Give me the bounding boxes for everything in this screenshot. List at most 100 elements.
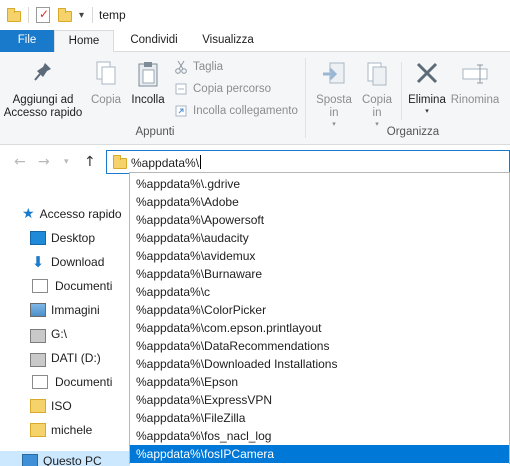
folder-icon[interactable] <box>6 7 22 23</box>
folder-icon <box>30 423 46 437</box>
autocomplete-item[interactable]: %appdata%\ExpressVPN <box>130 391 509 409</box>
autocomplete-item[interactable]: %appdata%\Burnaware <box>130 265 509 283</box>
ribbon: Aggiungi ad Accesso rapido Copia Incolla… <box>0 52 510 145</box>
nav-item-label: Immagini <box>51 303 100 317</box>
folder-icon <box>113 155 127 169</box>
nav-item-label: Documenti <box>55 279 113 293</box>
nav-item-drive-d[interactable]: DATI (D:) <box>30 347 101 369</box>
drive-icon <box>30 329 46 343</box>
delete-button[interactable]: Elimina ▾ <box>404 60 450 115</box>
properties-icon[interactable] <box>35 7 51 23</box>
move-to-dropdown-icon: ▾ <box>332 120 336 128</box>
forward-button[interactable]: → <box>38 154 50 170</box>
nav-item-label: Questo PC <box>43 454 102 466</box>
nav-item-label: Documenti <box>55 375 113 389</box>
autocomplete-item[interactable]: %appdata%\Adobe <box>130 193 509 211</box>
copy-to-label-line1: Copia <box>361 94 393 106</box>
autocomplete-item[interactable]: %appdata%\audacity <box>130 229 509 247</box>
customize-quick-access-button[interactable]: ▾ <box>79 10 84 21</box>
nav-item-label: DATI (D:) <box>51 351 101 365</box>
autocomplete-item[interactable]: %appdata%\Epson <box>130 373 509 391</box>
autocomplete-item[interactable]: %appdata%\fosIPCamera <box>130 445 509 463</box>
copy-button[interactable]: Copia <box>88 60 124 107</box>
copy-to-icon <box>364 60 390 88</box>
back-button[interactable]: ← <box>14 154 26 170</box>
paste-label: Incolla <box>131 94 165 106</box>
navigation-pane: ★ Accesso rapido Desktop ⬇ Download Docu… <box>0 181 130 466</box>
address-bar[interactable]: %appdata%\ <box>106 150 510 174</box>
pin-label-line1: Aggiungi ad <box>12 94 74 106</box>
paste-icon <box>136 60 160 88</box>
drive-icon <box>30 353 46 367</box>
autocomplete-item[interactable]: %appdata%\avidemux <box>130 247 509 265</box>
star-icon: ★ <box>22 206 35 222</box>
rename-icon <box>460 60 490 88</box>
nav-item-desktop[interactable]: Desktop <box>30 227 95 249</box>
title-separator <box>92 7 94 23</box>
delete-dropdown-icon: ▾ <box>425 107 429 115</box>
cut-button[interactable]: Taglia <box>174 58 223 76</box>
group-separator <box>305 58 306 138</box>
nav-item-quick-access[interactable]: ★ Accesso rapido <box>22 203 122 225</box>
up-button[interactable]: ↑ <box>84 154 96 170</box>
recent-locations-button[interactable]: ▾ <box>64 157 69 167</box>
delete-label: Elimina <box>408 94 446 106</box>
pin-label-line2: Accesso rapido <box>3 107 83 119</box>
desktop-icon <box>30 231 46 245</box>
autocomplete-item[interactable]: %appdata%\com.epson.printlayout <box>130 319 509 337</box>
nav-item-iso[interactable]: ISO <box>30 395 72 417</box>
ribbon-tabs: File Home Condividi Visualizza <box>0 30 510 53</box>
autocomplete-item[interactable]: %appdata%\Downloaded Installations <box>130 355 509 373</box>
nav-item-label: Accesso rapido <box>39 207 122 221</box>
tab-share[interactable]: Condividi <box>118 30 190 52</box>
clipboard-group-label: Appunti <box>135 126 175 138</box>
nav-item-download[interactable]: ⬇ Download <box>30 251 105 273</box>
new-folder-icon[interactable] <box>57 7 73 23</box>
copy-path-icon <box>174 82 188 96</box>
documents-icon <box>32 279 48 293</box>
pin-to-quick-access-button[interactable]: Aggiungi ad Accesso rapido <box>2 60 84 120</box>
nav-item-documents-2[interactable]: Documenti <box>30 371 112 393</box>
copy-path-label: Copia percorso <box>193 83 271 95</box>
copy-path-button[interactable]: Copia percorso <box>174 80 271 98</box>
autocomplete-item[interactable]: %appdata%\.gdrive <box>130 175 509 193</box>
nav-item-pictures[interactable]: Immagini <box>30 299 100 321</box>
autocomplete-item[interactable]: %appdata%\c <box>130 283 509 301</box>
autocomplete-item[interactable]: %appdata%\FileZilla <box>130 409 509 427</box>
paste-shortcut-button[interactable]: Incolla collegamento <box>174 102 298 120</box>
pictures-icon <box>30 303 46 317</box>
documents-icon <box>32 375 48 389</box>
tab-home[interactable]: Home <box>54 30 114 53</box>
window-title: temp <box>99 8 126 22</box>
nav-item-label: G:\ <box>51 327 68 341</box>
tab-view[interactable]: Visualizza <box>194 30 262 52</box>
move-to-button[interactable]: Sposta in ▾ <box>312 60 356 128</box>
rename-button[interactable]: Rinomina <box>448 60 502 107</box>
nav-item-this-pc[interactable]: Questo PC <box>22 451 102 466</box>
copy-to-button[interactable]: Copia in ▾ <box>356 60 398 128</box>
nav-item-drive-g[interactable]: G:\ <box>30 323 67 345</box>
move-to-icon <box>321 60 347 88</box>
nav-item-label: ISO <box>51 399 72 413</box>
quick-access-separator <box>28 7 29 23</box>
move-to-label-line2: in <box>329 107 339 119</box>
pin-icon <box>32 60 54 88</box>
cut-label: Taglia <box>193 61 224 73</box>
organize-inner-separator <box>401 62 402 120</box>
autocomplete-item[interactable]: %appdata%\DataRecommendations <box>130 337 509 355</box>
nav-item-label: Desktop <box>51 231 96 245</box>
tab-file[interactable]: File <box>0 30 54 52</box>
paste-shortcut-icon <box>174 104 188 118</box>
autocomplete-item[interactable]: %appdata%\Apowersoft <box>130 211 509 229</box>
folder-icon <box>30 399 46 413</box>
address-autocomplete-list: %appdata%\.gdrive %appdata%\Adobe %appda… <box>129 172 510 464</box>
scissors-icon <box>174 60 188 74</box>
autocomplete-item[interactable]: %appdata%\ColorPicker <box>130 301 509 319</box>
autocomplete-item[interactable]: %appdata%\fos_nacl_log <box>130 427 509 445</box>
nav-item-michele[interactable]: michele <box>30 419 92 441</box>
title-bar: ▾ temp <box>0 0 510 30</box>
address-value: %appdata%\ <box>131 156 200 170</box>
paste-button[interactable]: Incolla <box>126 60 170 107</box>
nav-item-documents[interactable]: Documenti <box>30 275 112 297</box>
address-input[interactable]: %appdata%\ <box>131 155 202 170</box>
